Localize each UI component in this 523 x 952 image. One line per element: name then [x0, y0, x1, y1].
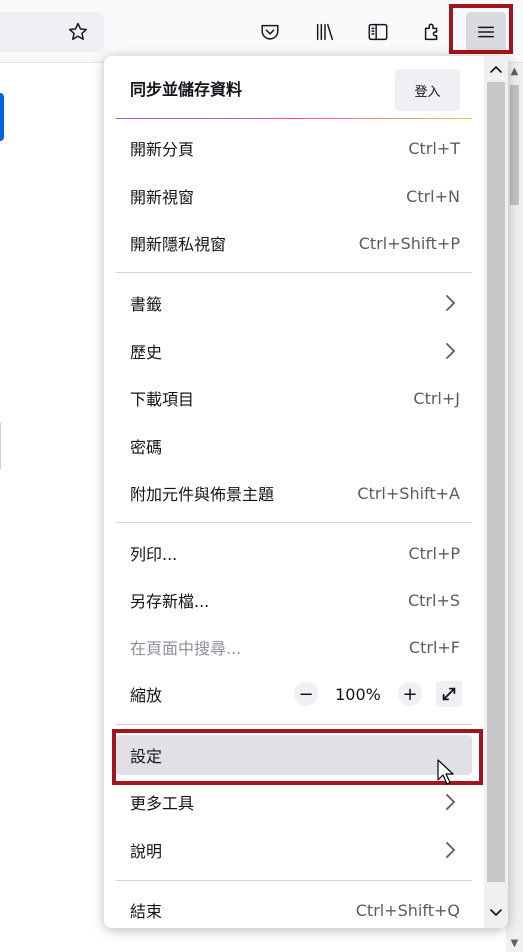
scroll-up-arrow-icon[interactable]: ▲ [506, 63, 523, 80]
menu-item-shortcut: Ctrl+N [406, 186, 460, 206]
mouse-cursor-icon [437, 759, 454, 785]
fullscreen-icon[interactable] [436, 681, 462, 707]
menu-separator [116, 522, 472, 523]
menu-item-label: 縮放 [130, 686, 163, 705]
star-icon[interactable] [58, 12, 98, 52]
sync-section: 同步並儲存資料 登入 [104, 56, 484, 118]
menu-item-new-private-window[interactable]: 開新隱私視窗 Ctrl+Shift+P [116, 223, 472, 263]
page-scroll-thumb[interactable] [510, 85, 519, 205]
page-scrollbar[interactable]: ▲ ▼ [506, 63, 523, 952]
menu-item-save-as[interactable]: 另存新檔... Ctrl+S [116, 580, 472, 620]
menu-scrollbar[interactable] [484, 56, 508, 928]
menu-item-settings[interactable]: 設定 [116, 735, 472, 775]
scroll-down-arrow-icon[interactable]: ▼ [506, 935, 523, 952]
zoom-out-button[interactable]: − [294, 682, 318, 706]
menu-item-downloads[interactable]: 下載項目 Ctrl+J [116, 378, 472, 418]
browser-toolbar [0, 0, 523, 63]
menu-scroll-thumb[interactable] [487, 82, 505, 882]
menu-item-label: 另存新檔... [130, 592, 210, 611]
menu-item-label: 附加元件與佈景主題 [130, 485, 275, 504]
menu-item-label: 說明 [130, 842, 163, 861]
menu-item-label: 歷史 [130, 343, 163, 362]
hamburger-menu-icon[interactable] [466, 12, 506, 52]
menu-item-bookmarks[interactable]: 書籤 [116, 283, 472, 323]
chevron-up-icon[interactable] [484, 58, 508, 80]
menu-item-shortcut: Ctrl+Shift+A [357, 483, 460, 503]
menu-separator [116, 880, 472, 881]
menu-item-zoom: 縮放 − 100% + [116, 674, 472, 714]
menu-item-label: 列印... [130, 545, 178, 564]
menu-item-label: 設定 [130, 747, 163, 766]
app-menu-panel: 同步並儲存資料 登入 開新分頁 Ctrl+T 開新視窗 Ctrl+N 開新隱私視… [104, 56, 508, 928]
menu-item-help[interactable]: 說明 [116, 830, 472, 870]
extensions-icon[interactable] [412, 12, 452, 52]
menu-separator [116, 724, 472, 725]
library-icon[interactable] [305, 12, 345, 52]
menu-item-exit[interactable]: 結束 Ctrl+Shift+Q [116, 890, 472, 928]
sign-in-button[interactable]: 登入 [395, 69, 460, 111]
menu-item-addons-themes[interactable]: 附加元件與佈景主題 Ctrl+Shift+A [116, 473, 472, 513]
menu-item-shortcut: Ctrl+J [413, 388, 460, 408]
chevron-right-icon [446, 343, 456, 359]
menu-item-shortcut: Ctrl+P [408, 543, 460, 563]
menu-item-label: 開新隱私視窗 [130, 235, 227, 254]
menu-item-print[interactable]: 列印... Ctrl+P [116, 533, 472, 573]
menu-item-more-tools[interactable]: 更多工具 [116, 782, 472, 822]
menu-separator [116, 272, 472, 273]
pocket-icon[interactable] [250, 12, 290, 52]
menu-item-label: 在頁面中搜尋... [130, 639, 242, 658]
menu-item-label: 開新視窗 [130, 188, 195, 207]
zoom-level[interactable]: 100% [318, 685, 398, 704]
menu-item-label: 下載項目 [130, 390, 195, 409]
chevron-right-icon [446, 794, 456, 810]
menu-item-passwords[interactable]: 密碼 [116, 426, 472, 466]
zoom-controls: − 100% + [294, 674, 462, 714]
sync-gradient-divider [116, 118, 472, 119]
menu-item-shortcut: Ctrl+F [408, 637, 460, 657]
menu-item-shortcut: Ctrl+T [408, 138, 460, 158]
menu-item-shortcut: Ctrl+S [407, 590, 460, 610]
menu-item-label: 結束 [130, 902, 163, 921]
chevron-down-icon[interactable] [484, 902, 508, 924]
page-divider [0, 423, 1, 469]
menu-item-shortcut: Ctrl+Shift+P [358, 233, 460, 253]
menu-item-label: 密碼 [130, 438, 163, 457]
menu-item-history[interactable]: 歷史 [116, 331, 472, 371]
menu-item-shortcut: Ctrl+Shift+Q [355, 900, 460, 920]
menu-item-label: 書籤 [130, 295, 163, 314]
sync-label: 同步並儲存資料 [130, 80, 243, 99]
sidebar-icon[interactable] [358, 12, 398, 52]
chevron-right-icon [446, 842, 456, 858]
page-blue-element [0, 93, 4, 141]
menu-item-label: 更多工具 [130, 794, 195, 813]
menu-item-new-tab[interactable]: 開新分頁 Ctrl+T [116, 128, 472, 168]
menu-item-find-in-page: 在頁面中搜尋... Ctrl+F [116, 627, 472, 667]
menu-item-label: 開新分頁 [130, 140, 195, 159]
zoom-in-button[interactable]: + [398, 682, 422, 706]
menu-item-new-window[interactable]: 開新視窗 Ctrl+N [116, 176, 472, 216]
chevron-right-icon [446, 295, 456, 311]
